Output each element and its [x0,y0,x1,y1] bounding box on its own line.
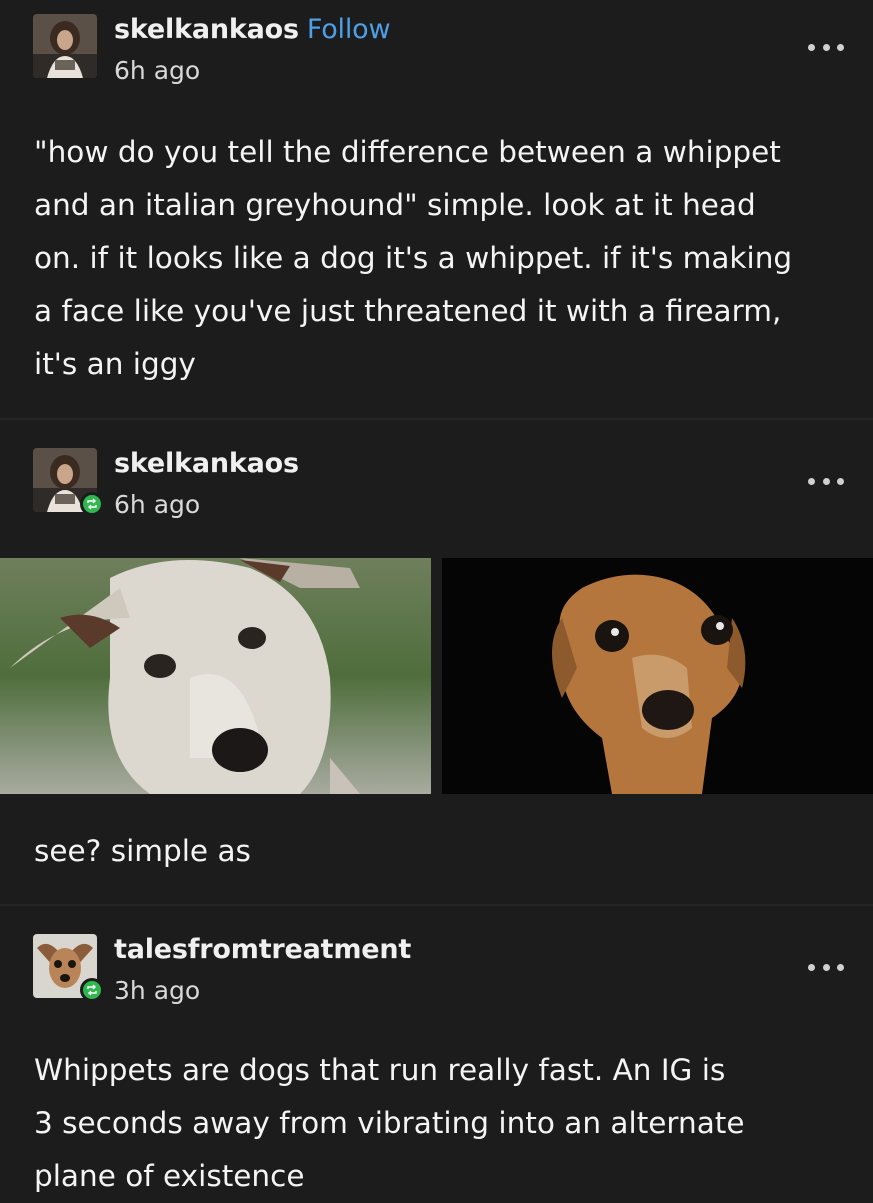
username-text[interactable]: skelkankaos [114,14,299,45]
more-horizontal-icon [837,477,844,485]
post-body-text: see? simple as [34,834,251,868]
more-horizontal-icon [837,963,844,971]
more-horizontal-icon [808,963,815,971]
avatar[interactable] [33,14,97,78]
username[interactable]: skelkankaos Follow [114,14,391,45]
more-horizontal-icon [808,43,815,51]
more-horizontal-icon [808,477,815,485]
post-1: skelkankaos Follow 6h ago "how do you tel… [0,0,873,418]
more-horizontal-icon [822,963,830,971]
timestamp: 3h ago [114,976,201,1005]
more-options-button[interactable] [808,958,844,976]
more-horizontal-icon [822,43,830,51]
follow-button[interactable]: Follow [307,14,391,45]
username[interactable]: skelkankaos [114,448,299,479]
more-options-button[interactable] [808,472,844,490]
post-3: talesfromtreatment 3h ago Whippets are d… [0,906,873,1200]
timestamp: 6h ago [114,56,201,85]
more-options-button[interactable] [808,38,844,56]
more-horizontal-icon [822,477,830,485]
username[interactable]: talesfromtreatment [114,934,411,965]
timestamp: 6h ago [114,490,201,519]
whippet-photo[interactable] [0,558,431,794]
more-horizontal-icon [837,43,844,51]
post-body-text: "how do you tell the difference between … [34,135,793,381]
reblog-icon [80,492,104,516]
reblog-icon [80,978,104,1002]
post-body-text: Whippets are dogs that run really fast. … [34,1053,745,1193]
italian-greyhound-photo[interactable] [442,558,873,794]
